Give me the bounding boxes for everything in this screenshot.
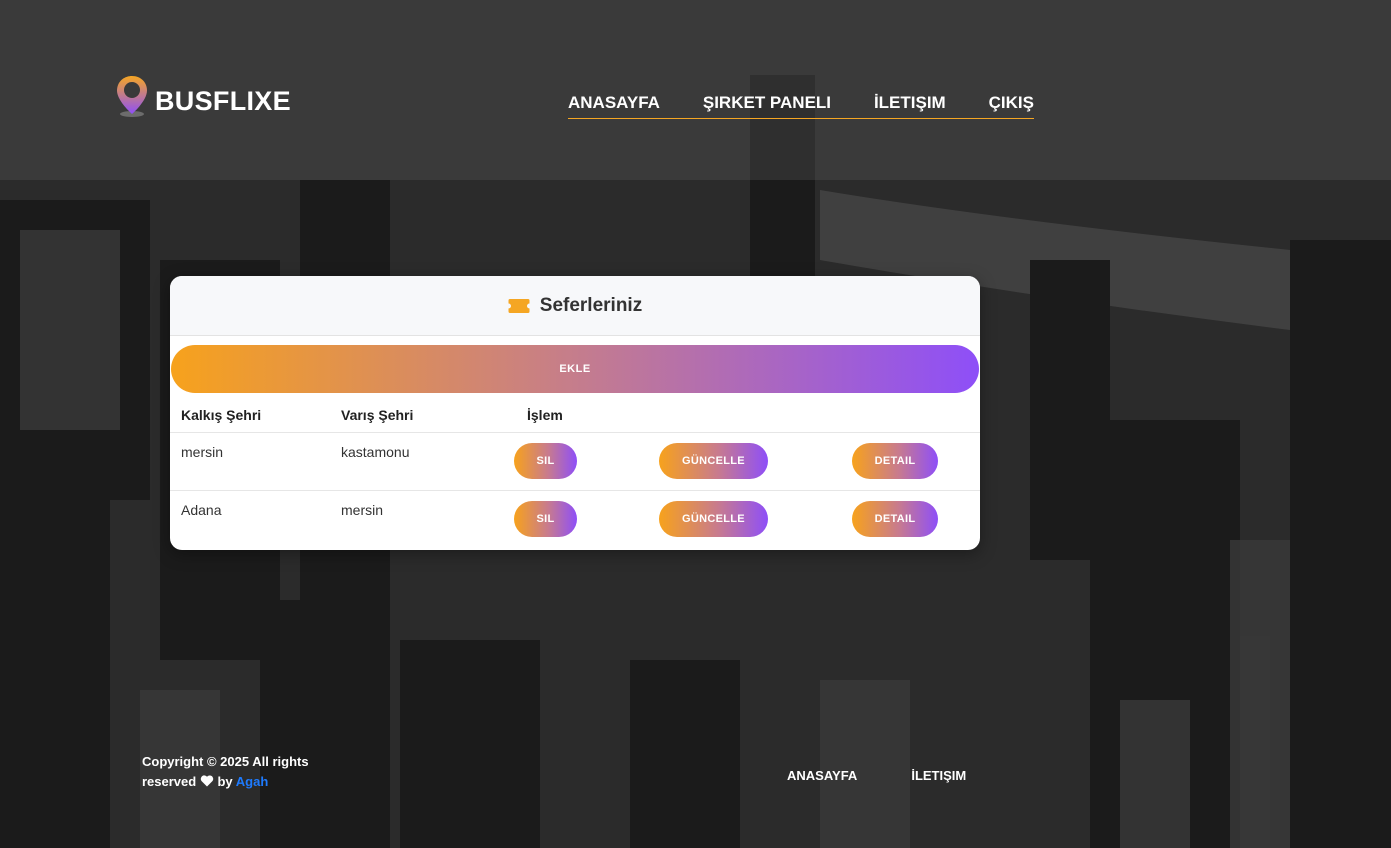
table-header-row: Kalkış Şehri Varış Şehri İşlem bbox=[170, 398, 980, 433]
column-header-empty bbox=[647, 398, 842, 433]
table-row: mersin kastamonu SIL GÜNCELLE DETAIL bbox=[170, 432, 980, 491]
footer-link-home[interactable]: ANASAYFA bbox=[787, 768, 857, 783]
update-button[interactable]: GÜNCELLE bbox=[659, 442, 768, 479]
card-title: Seferleriniz bbox=[539, 294, 643, 316]
copyright-by: by bbox=[217, 774, 233, 789]
column-header-to: Varış Şehri bbox=[330, 398, 502, 433]
heart-icon bbox=[200, 775, 214, 787]
update-button[interactable]: GÜNCELLE bbox=[659, 500, 768, 537]
brand-name: BUSFLIXE bbox=[155, 86, 291, 116]
nav-company-panel[interactable]: ŞIRKET PANELI bbox=[703, 93, 831, 118]
footer-nav: ANASAYFA İLETIŞIM bbox=[787, 768, 966, 783]
cell-from: Adana bbox=[181, 501, 222, 518]
location-pin-icon bbox=[117, 76, 147, 117]
main-nav: ANASAYFA ŞIRKET PANELI İLETIŞIM ÇIKIŞ bbox=[568, 93, 1034, 119]
delete-button[interactable]: SIL bbox=[514, 500, 577, 537]
trips-card: Seferleriniz EKLE Kalkış Şehri Varış Şeh… bbox=[170, 276, 980, 550]
detail-button[interactable]: DETAIL bbox=[852, 442, 938, 479]
cell-to: kastamonu bbox=[330, 432, 502, 491]
column-header-from: Kalkış Şehri bbox=[170, 398, 330, 433]
detail-button[interactable]: DETAIL bbox=[852, 500, 938, 537]
cell-detail: DETAIL bbox=[842, 490, 980, 548]
brand-logo[interactable]: BUSFLIXE bbox=[115, 74, 291, 118]
cell-from: mersin bbox=[170, 432, 330, 491]
cell-update: GÜNCELLE bbox=[647, 490, 842, 548]
add-trip-button[interactable]: EKLE bbox=[171, 345, 979, 393]
nav-home[interactable]: ANASAYFA bbox=[568, 93, 660, 118]
footer-copyright: Copyright © 2025 All rights reserved by … bbox=[142, 752, 342, 792]
cell-delete: SIL bbox=[502, 490, 647, 548]
delete-button[interactable]: SIL bbox=[514, 442, 577, 479]
ticket-icon bbox=[508, 298, 530, 313]
footer-link-contact[interactable]: İLETIŞIM bbox=[911, 768, 966, 783]
cell-delete: SIL bbox=[502, 432, 647, 491]
author-link[interactable]: Agah bbox=[236, 774, 269, 789]
nav-contact[interactable]: İLETIŞIM bbox=[874, 93, 946, 118]
card-header: Seferleriniz bbox=[170, 276, 980, 336]
cell-to: mersin bbox=[341, 501, 384, 518]
cell-update: GÜNCELLE bbox=[647, 432, 842, 491]
column-header-action: İşlem bbox=[502, 398, 647, 433]
trips-table: Kalkış Şehri Varış Şehri İşlem mersin ka… bbox=[170, 398, 980, 548]
cell-detail: DETAIL bbox=[842, 432, 980, 491]
nav-logout[interactable]: ÇIKIŞ bbox=[989, 93, 1034, 118]
table-row: Adana mersin SIL GÜNCELLE DETAIL bbox=[170, 490, 980, 548]
column-header-empty bbox=[842, 398, 980, 433]
